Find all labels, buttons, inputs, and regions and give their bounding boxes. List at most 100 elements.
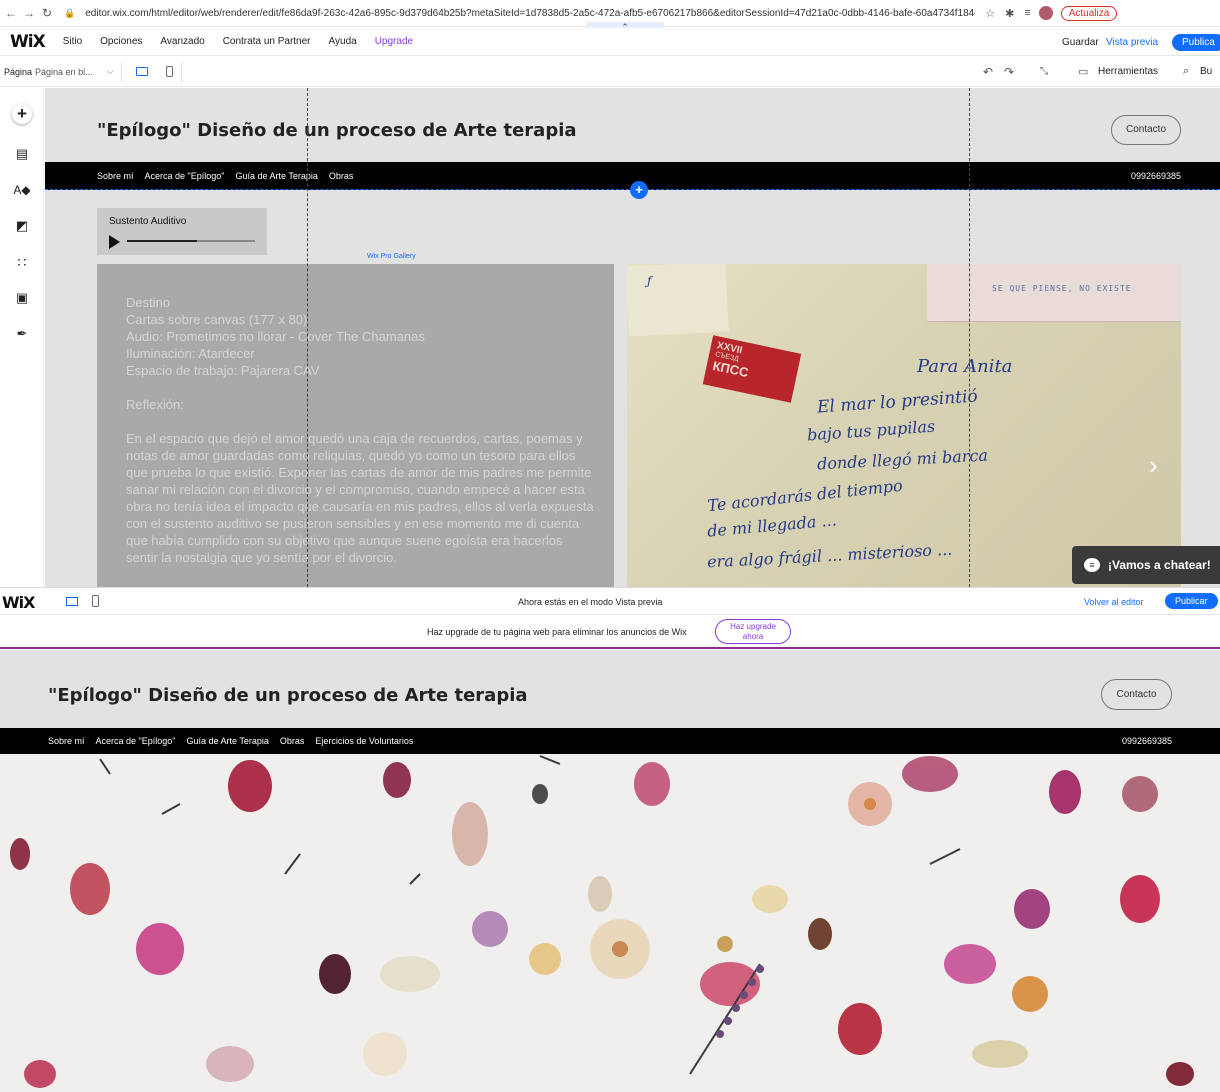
chat-icon: ≡ xyxy=(1084,558,1100,572)
tools-icon[interactable]: ▭ xyxy=(1078,65,1088,78)
nav-ejercicios[interactable]: Ejercicios de Voluntarios xyxy=(315,736,413,746)
guide-line xyxy=(969,88,970,587)
blog-icon[interactable]: ✒ xyxy=(12,324,32,344)
play-icon[interactable] xyxy=(109,235,120,249)
reflection-text: En el espacio que dejó el amor quedó una… xyxy=(126,431,594,565)
desktop-icon[interactable] xyxy=(66,597,78,606)
menu-avanzado[interactable]: Avanzado xyxy=(160,36,204,47)
wix-logo: WiX xyxy=(2,593,35,612)
apps-icon[interactable]: ∷ xyxy=(12,252,32,272)
wix-logo: WiX xyxy=(10,31,46,52)
contact-button[interactable]: Contacto xyxy=(1111,115,1181,145)
text-line: Cartas sobre canvas (177 x 80) xyxy=(126,312,308,327)
star-icon[interactable]: ☆ xyxy=(985,7,995,20)
letter-image[interactable]: SE QUE PIENSE, NO EXISTE XXVII СЪЕЗД КПС… xyxy=(627,264,1181,587)
contact-button[interactable]: Contacto xyxy=(1101,679,1172,710)
chat-button[interactable]: ≡ ¡Vamos a chatear! xyxy=(1072,546,1220,584)
publish-button[interactable]: Publicar xyxy=(1165,593,1218,609)
forward-icon[interactable]: → xyxy=(22,6,36,20)
tools-button[interactable]: Herramientas xyxy=(1098,66,1158,77)
text-line: Espacio de trabajo: Pajarera CAV xyxy=(126,363,320,378)
chevron-right-icon[interactable]: › xyxy=(1149,450,1158,481)
menu-sitio[interactable]: Sitio xyxy=(63,36,82,47)
audio-track[interactable] xyxy=(127,240,255,242)
page-prefix: Página xyxy=(4,66,33,77)
background-icon[interactable]: ◩ xyxy=(12,216,32,236)
nav-acerca[interactable]: Acerca de "Epílogo" xyxy=(96,736,176,746)
redo-icon[interactable]: ↷ xyxy=(1004,65,1014,79)
upgrade-now-button[interactable]: Haz upgrade ahora xyxy=(715,619,791,644)
preview-bar: WiX Ahora estás en el modo Vista previa … xyxy=(0,587,1220,615)
site-nav: Sobre mí Acerca de "Epílogo" Guía de Art… xyxy=(0,728,1220,754)
back-icon[interactable]: ← xyxy=(4,6,18,20)
site-preview: "Epílogo" Diseño de un proceso de Arte t… xyxy=(0,650,1220,1092)
save-button[interactable]: Guardar xyxy=(1062,28,1099,56)
menu-ayuda[interactable]: Ayuda xyxy=(329,36,357,47)
undo-icon[interactable]: ↶ xyxy=(983,65,993,79)
publish-button[interactable]: Publica xyxy=(1172,33,1220,51)
search-button[interactable]: Bu xyxy=(1200,66,1212,77)
upgrade-text: Haz upgrade de tu página web para elimin… xyxy=(427,627,687,637)
design-icon[interactable]: A◆ xyxy=(12,180,32,200)
site-title: "Epílogo" Diseño de un proceso de Arte t… xyxy=(48,685,528,706)
phone-number: 0992669385 xyxy=(1122,736,1173,746)
phone-number: 0992669385 xyxy=(1131,171,1182,181)
editor-canvas[interactable]: "Epílogo" Diseño de un proceso de Arte t… xyxy=(45,88,1220,587)
add-icon[interactable]: + xyxy=(12,104,32,124)
address-bar[interactable]: editor.wix.com/html/editor/web/renderer/… xyxy=(85,8,975,19)
nav-guia[interactable]: Guía de Arte Terapia xyxy=(235,171,317,181)
chevron-down-icon[interactable]: ⌵ xyxy=(107,66,114,77)
search-icon[interactable]: ⌕ xyxy=(1183,65,1189,78)
gallery-tag: Wix Pro Gallery xyxy=(367,253,416,260)
desktop-icon[interactable] xyxy=(136,67,149,76)
upgrade-btn-line1: Haz upgrade xyxy=(730,622,776,631)
text-line: Audio: Prometimos no llorar - Cover The … xyxy=(126,329,425,344)
upgrade-btn-line2: ahora xyxy=(742,632,764,641)
guide-line xyxy=(307,88,308,587)
pressed-flowers-illustration xyxy=(10,755,1194,1088)
letter-line: Para Anita xyxy=(917,356,1013,377)
update-button[interactable]: Actualiza xyxy=(1060,5,1118,21)
stems xyxy=(99,755,961,1075)
nav-sobre-mi[interactable]: Sobre mí xyxy=(97,171,134,181)
avatar[interactable] xyxy=(1038,6,1053,20)
audio-progress xyxy=(127,240,198,242)
extensions-icon[interactable]: ✱ xyxy=(1005,7,1014,20)
editor-toolbar: Página Página en bl... ⌵ ↶ ↷ ⤡ ▭ Herrami… xyxy=(0,57,1220,87)
nav-acerca[interactable]: Acerca de "Epílogo" xyxy=(145,171,225,181)
audio-title: Sustento Auditivo xyxy=(109,216,187,227)
text-line: Iluminación: Atardecer xyxy=(126,346,255,361)
audio-player[interactable]: Sustento Auditivo xyxy=(97,208,267,255)
reading-list-icon[interactable]: ≡ xyxy=(1024,7,1030,19)
menu-opciones[interactable]: Opciones xyxy=(100,36,142,47)
left-rail: + ▤ A◆ ◩ ∷ ▣ ✒ xyxy=(0,88,44,588)
menu-upgrade[interactable]: Upgrade xyxy=(375,36,413,47)
preview-mode-text: Ahora estás en el modo Vista previa xyxy=(518,597,663,607)
hero-flowers-image xyxy=(0,754,1220,1092)
back-to-editor-button[interactable]: Volver al editor xyxy=(1084,597,1144,607)
nav-obras[interactable]: Obras xyxy=(280,736,305,746)
upgrade-banner: Haz upgrade de tu página web para elimin… xyxy=(0,616,1220,649)
media-icon[interactable]: ▣ xyxy=(12,288,32,308)
mobile-icon[interactable] xyxy=(166,66,174,77)
letter-header: SE QUE PIENSE, NO EXISTE xyxy=(992,284,1132,293)
text-line: Destino xyxy=(126,295,171,310)
add-section-icon[interactable]: + xyxy=(630,181,648,199)
mobile-icon[interactable] xyxy=(92,595,99,607)
site-title[interactable]: "Epílogo" Diseño de un proceso de Arte t… xyxy=(97,120,577,141)
menu-partner[interactable]: Contrata un Partner xyxy=(223,36,311,47)
petal xyxy=(10,756,1194,1088)
nav-sobre-mi[interactable]: Sobre mí xyxy=(48,736,85,746)
zoom-icon[interactable]: ⤡ xyxy=(1040,66,1048,77)
reflection-label: Reflexión: xyxy=(126,397,184,412)
editor-topbar: WiX Sitio Opciones Avanzado Contrata un … xyxy=(0,28,1220,56)
reload-icon[interactable]: ↻ xyxy=(40,6,54,20)
nav-obras[interactable]: Obras xyxy=(329,171,354,181)
chat-label: ¡Vamos a chatear! xyxy=(1108,558,1211,572)
nav-guia[interactable]: Guía de Arte Terapia xyxy=(186,736,268,746)
page-selector[interactable]: Página en bl... xyxy=(35,67,93,77)
pages-icon[interactable]: ▤ xyxy=(12,144,32,164)
lock-icon: 🔒 xyxy=(64,7,76,18)
preview-button[interactable]: Vista previa xyxy=(1106,28,1158,56)
description-panel[interactable]: Destino Cartas sobre canvas (177 x 80) A… xyxy=(97,264,614,587)
